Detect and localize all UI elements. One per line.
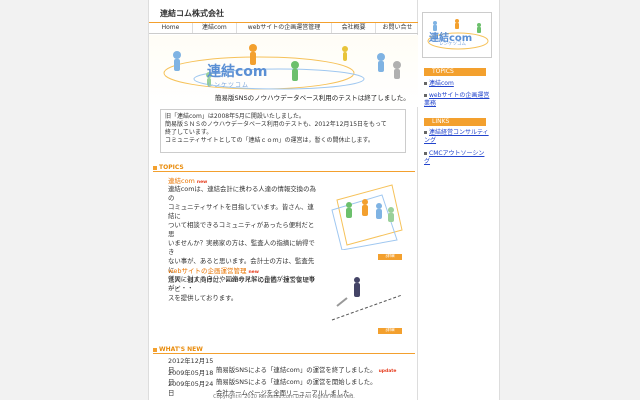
sidebar-link-label[interactable]: 連結com — [429, 80, 454, 87]
hero-banner: 連結com レンケツコム 簡易版SNSのノウハウデータベース利用のテストは終了し… — [149, 35, 419, 107]
sidebar-link-cmc[interactable]: CMCアウトソーシング — [424, 150, 490, 166]
topic-more-button[interactable]: 詳細 — [378, 328, 402, 334]
nav-web-management[interactable]: webサイトの企画運営管理 — [237, 23, 333, 33]
whats-new-header: WHAT'S NEW — [153, 345, 415, 354]
sidebar-topics-header: TOPICS — [424, 68, 486, 76]
topic-body-web: 法人・個人向けに、webサイトの企画・運営管理サービ スを提供しております。 — [168, 276, 316, 303]
hero-logo-kana: レンケツコム — [207, 82, 250, 89]
topic-body-line: 法人・個人向けに、webサイトの企画・運営管理サービ — [168, 276, 316, 293]
sidebar-logo-kana: レンケツコム — [439, 42, 466, 47]
topic-title-renketsu[interactable]: 連結com new — [168, 175, 207, 185]
nav-contact[interactable]: お問い合せ — [376, 23, 419, 33]
global-nav: Home 連結com webサイトの企画運営管理 会社概要 お問い合せ — [149, 22, 419, 34]
topic-title-web[interactable]: webサイトの企画運営管理 new — [168, 265, 259, 275]
bullet-icon — [424, 152, 427, 155]
topics-header-label: TOPICS — [159, 164, 184, 171]
topic-body-line: スを提供しております。 — [168, 294, 238, 302]
bullet-icon — [424, 94, 427, 97]
sidebar-links-header: LINKS — [424, 118, 486, 126]
sidebar-link-renketsu[interactable]: 連結com — [424, 80, 490, 88]
hero-caption: 簡易版SNSのノウハウデータベース利用のテストは終了しました。 — [215, 94, 410, 102]
hero-logo-text: 連結com — [207, 64, 268, 80]
bullet-icon — [153, 347, 157, 352]
notice-line: 終了しています。 — [165, 129, 213, 136]
nav-renketsu[interactable]: 連結com — [193, 23, 237, 33]
footer-copyright: Copyright© 2010 Renketsu.com Ltd All Rig… — [213, 394, 355, 400]
sidebar: 連結com レンケツコム TOPICS 連結com webサイトの企画運営業務 … — [418, 0, 500, 400]
notice-line: 旧「連結com」は2008年5月に開設いたしました。 — [165, 113, 305, 120]
sidebar-link-label[interactable]: CMCアウトソーシング — [424, 150, 484, 165]
bullet-icon — [424, 131, 427, 134]
community-illustration — [331, 184, 403, 250]
whats-new-header-label: WHAT'S NEW — [159, 346, 203, 353]
topic-body-line: コミュニティサイトを目指しています。皆さん、連結に — [168, 203, 314, 220]
new-badge: new — [248, 270, 259, 275]
topic-title-text[interactable]: webサイトの企画運営管理 — [168, 267, 246, 275]
company-name: 連結コム株式会社 — [160, 9, 224, 18]
notice-box: 旧「連結com」は2008年5月に開設いたしました。 簡易版ＳＮＳのノウハウデー… — [160, 109, 406, 153]
sidebar-link-consulting[interactable]: 連結経営コンサルティング — [424, 129, 490, 145]
topic-more-button[interactable]: 詳細 — [378, 254, 402, 260]
sidebar-link-label[interactable]: webサイトの企画運営業務 — [424, 92, 489, 107]
bullet-icon — [424, 82, 427, 85]
notice-line: コミュニティサイトとしての「連結ｃｏｍ」の運営は，暫くの間休止します。 — [165, 137, 374, 144]
nav-company[interactable]: 会社概要 — [332, 23, 377, 33]
nav-home[interactable]: Home — [149, 23, 193, 33]
sidebar-logo-banner[interactable]: 連結com レンケツコム — [422, 12, 492, 58]
topic-title-text[interactable]: 連結com — [168, 177, 195, 185]
topic-body-line: 連結comは、連結会計に携わる人達の情報交換の為の — [168, 185, 316, 202]
topics-header: TOPICS — [153, 163, 415, 172]
notice-line: 簡易版ＳＮＳのノウハウデータベース利用のテストも、2012年12月15日をもって — [165, 121, 387, 128]
bullet-icon — [153, 165, 157, 170]
topic-body-line: ついて相談できるコミュニティがあったら便利だと思 — [168, 221, 315, 238]
sidebar-link-label[interactable]: 連結経営コンサルティング — [424, 129, 489, 144]
main-content: 連結コム株式会社 Home 連結com webサイトの企画運営管理 会社概要 お… — [148, 0, 419, 400]
web-illustration — [331, 277, 403, 321]
topic-body-line: いませんか？実務家の方は、監査人の指摘に納得でき — [168, 239, 315, 256]
sidebar-link-web[interactable]: webサイトの企画運営業務 — [424, 92, 490, 108]
